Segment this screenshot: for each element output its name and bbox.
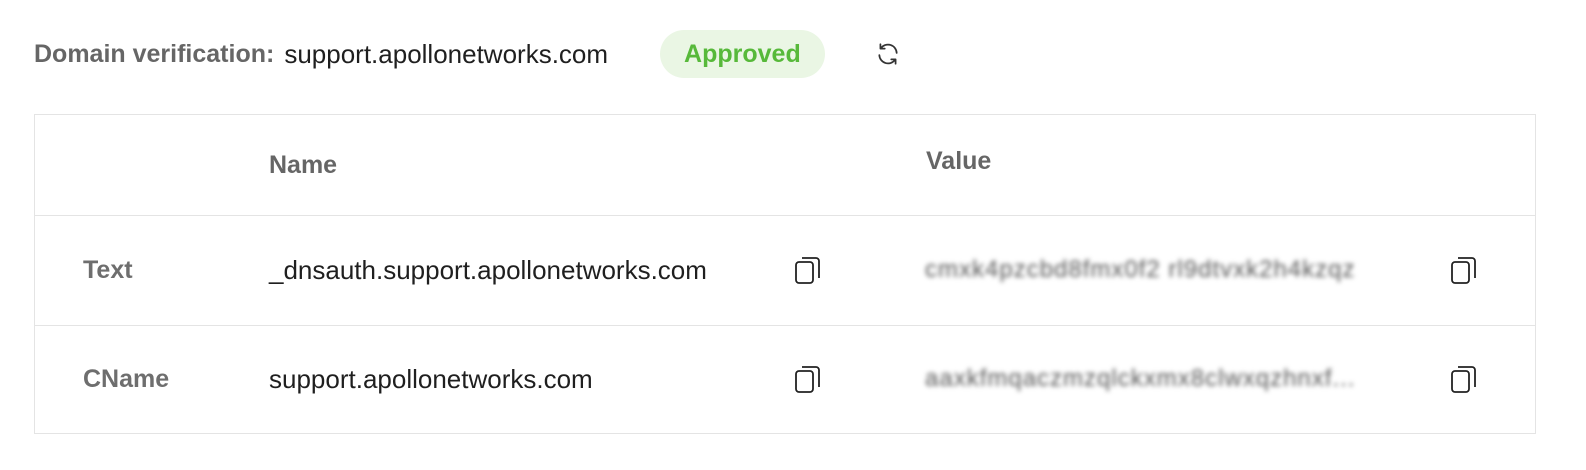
record-name: _dnsauth.support.apollonetworks.com (269, 254, 707, 285)
table-row: Text _dnsauth.support.apollonetworks.com… (35, 215, 1535, 325)
record-value: aaxkfmqaczmzqlckxmx8clwxqzhnxf... (925, 365, 1356, 392)
copy-icon (795, 257, 820, 284)
domain-verification-label: Domain verification: (34, 39, 275, 68)
copy-name-button[interactable] (793, 255, 823, 285)
copy-icon (1451, 366, 1476, 393)
table-header-row: Name Value (35, 115, 1535, 215)
refresh-icon (878, 43, 898, 65)
column-header-value: Value (926, 146, 992, 175)
column-header-name: Name (269, 150, 338, 179)
refresh-button[interactable] (873, 39, 903, 69)
record-value: cmxk4pzcbd8fmx0f2 rl9dtvxk2h4kzqz (925, 256, 1356, 283)
record-name: support.apollonetworks.com (269, 363, 593, 394)
status-badge: Approved (660, 30, 825, 78)
copy-icon (795, 366, 820, 393)
record-type: CName (83, 364, 170, 393)
copy-value-button[interactable] (1449, 255, 1479, 285)
domain-verification-header: Domain verification: support.apollonetwo… (34, 30, 903, 78)
copy-icon (1451, 257, 1476, 284)
dns-records-table: Name Value Text _dnsauth.support.apollon… (34, 114, 1536, 434)
domain-name: support.apollonetworks.com (284, 38, 609, 69)
record-type: Text (83, 255, 133, 284)
table-row: CName support.apollonetworks.com aaxkfmq… (35, 325, 1535, 433)
copy-value-button[interactable] (1449, 364, 1479, 394)
copy-name-button[interactable] (793, 364, 823, 394)
